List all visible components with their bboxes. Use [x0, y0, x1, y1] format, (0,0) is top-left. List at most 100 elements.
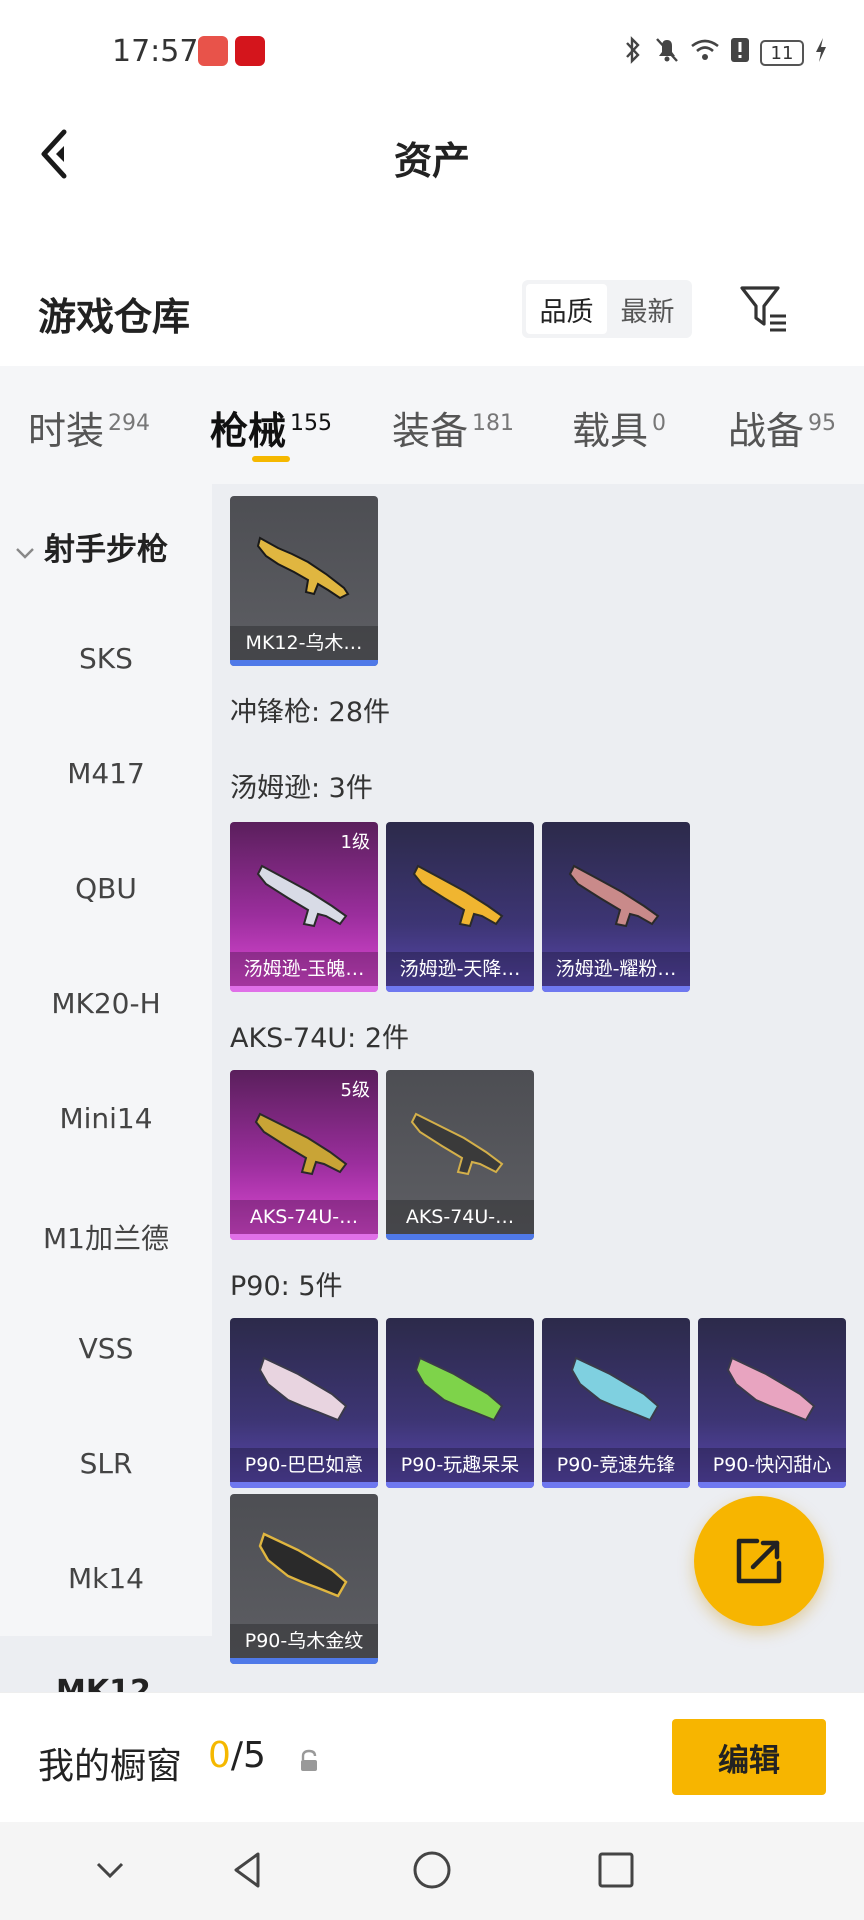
smg-icon: [256, 864, 348, 928]
p90-icon: [258, 1356, 348, 1422]
weapon-card[interactable]: P90-快闪甜心: [698, 1318, 846, 1488]
tab-label: 装备: [392, 409, 469, 453]
tab-equipment[interactable]: 装备 181: [392, 400, 514, 455]
group-header-aks74u: AKS-74U: 2件: [230, 1023, 410, 1054]
tab-count: 294: [108, 411, 151, 437]
showcase-count-current: 0: [208, 1735, 231, 1776]
weapon-card[interactable]: 汤姆逊-天降…: [386, 822, 534, 992]
weapon-card-name: P90-玩趣呆呆: [386, 1448, 534, 1482]
smg-icon: [568, 864, 660, 928]
rarity-bar: [542, 1482, 690, 1488]
battery-icon: 11: [760, 40, 804, 66]
nav-back-icon[interactable]: [224, 1846, 272, 1894]
weapon-card-name: 汤姆逊-玉魄…: [230, 952, 378, 986]
status-icons: 11: [622, 36, 828, 70]
weapon-card-name: P90-快闪甜心: [698, 1448, 846, 1482]
wifi-icon: [690, 38, 720, 68]
notification-app-icon: [198, 36, 228, 66]
rarity-bar: [230, 1234, 378, 1240]
p90-icon: [414, 1356, 504, 1422]
weapon-card[interactable]: 1级 汤姆逊-玉魄…: [230, 822, 378, 992]
system-nav-bar: [0, 1822, 864, 1920]
p90-icon: [726, 1356, 816, 1422]
weapon-card-name: 汤姆逊-耀粉…: [542, 952, 690, 986]
sidebar-item-sks[interactable]: SKS: [0, 642, 212, 675]
filter-icon[interactable]: [738, 284, 790, 334]
sidebar-item-qbu[interactable]: QBU: [0, 872, 212, 905]
sort-newest-option[interactable]: 最新: [607, 284, 688, 334]
weapon-card[interactable]: 5级 AKS-74U-…: [230, 1070, 378, 1240]
rarity-bar: [230, 986, 378, 992]
sort-quality-option[interactable]: 品质: [526, 284, 607, 334]
p90-icon: [258, 1532, 348, 1598]
weapon-card-name: AKS-74U-…: [386, 1200, 534, 1234]
weapon-card[interactable]: P90-竞速先锋: [542, 1318, 690, 1488]
rarity-bar: [386, 986, 534, 992]
showcase-count: 0/5: [208, 1735, 266, 1776]
nav-home-icon[interactable]: [408, 1846, 456, 1894]
weapon-card-name: MK12-乌木…: [230, 626, 378, 660]
rarity-bar: [230, 1658, 378, 1664]
weapon-card[interactable]: P90-巴巴如意: [230, 1318, 378, 1488]
status-bar: 17:57 11: [0, 0, 864, 100]
tab-label: 战备: [728, 409, 805, 453]
sort-toggle: 品质 最新: [522, 280, 692, 338]
tab-label: 时装: [28, 409, 105, 453]
tab-supplies[interactable]: 战备 95: [728, 400, 836, 455]
bluetooth-icon: [622, 36, 644, 70]
sidebar-item-vss[interactable]: VSS: [0, 1332, 212, 1365]
weapon-card-name: P90-竞速先锋: [542, 1448, 690, 1482]
tab-count: 0: [652, 411, 667, 437]
sidebar-item-mk12-partial[interactable]: MK12: [0, 1636, 212, 1692]
charging-icon: [814, 37, 828, 69]
sidebar-category-label: 射手步枪: [44, 532, 168, 568]
p90-icon: [570, 1356, 660, 1422]
collapse-chevron-icon[interactable]: [86, 1846, 134, 1894]
tab-fashion[interactable]: 时装 294: [28, 400, 150, 455]
sidebar-item-slr[interactable]: SLR: [0, 1447, 212, 1480]
rarity-bar: [230, 660, 378, 666]
tab-weapons[interactable]: 枪械 155: [210, 400, 332, 455]
sidebar-category-marksman[interactable]: 射手步枪: [14, 524, 168, 569]
app-screen: 17:57 11 资产 游戏仓库 品质 最新 时装 294 枪械 155 装备 …: [0, 0, 864, 1920]
tab-count: 181: [472, 411, 515, 437]
status-time: 17:57: [112, 34, 199, 69]
sidebar-item-mini14[interactable]: Mini14: [0, 1102, 212, 1135]
weapon-card-name: 汤姆逊-天降…: [386, 952, 534, 986]
warehouse-title: 游戏仓库: [38, 295, 191, 339]
weapon-type-sidebar: 射手步枪 SKS M417 QBU MK20-H Mini14 M1加兰德 VS…: [0, 484, 212, 1636]
tab-count: 155: [290, 411, 333, 437]
tab-label: 载具: [572, 409, 649, 453]
tab-vehicles[interactable]: 载具 0: [572, 400, 666, 455]
category-tabs: 时装 294 枪械 155 装备 181 载具 0 战备 95: [0, 366, 864, 484]
tab-count: 95: [808, 411, 837, 437]
weapon-card[interactable]: MK12-乌木…: [230, 496, 378, 666]
notification-app-icon-2: [235, 36, 265, 66]
mute-bell-icon: [654, 36, 680, 70]
sidebar-item-m417[interactable]: M417: [0, 757, 212, 790]
showcase-label: 我的橱窗: [38, 1746, 183, 1787]
rarity-bar: [386, 1234, 534, 1240]
alert-icon: [730, 37, 750, 69]
rarity-bar: [230, 1482, 378, 1488]
page-title: 资产: [393, 139, 470, 183]
weapon-card[interactable]: P90-玩趣呆呆: [386, 1318, 534, 1488]
smg-icon: [410, 1112, 504, 1176]
active-tab-indicator: [252, 456, 290, 462]
weapon-card[interactable]: P90-乌木金纹: [230, 1494, 378, 1664]
rarity-bar: [542, 986, 690, 992]
sidebar-item-m1garand[interactable]: M1加兰德: [0, 1217, 212, 1257]
sidebar-item-mk14[interactable]: Mk14: [0, 1562, 212, 1595]
showcase-bar: 我的橱窗 0/5 编辑: [0, 1692, 864, 1822]
weapon-card[interactable]: AKS-74U-…: [386, 1070, 534, 1240]
sidebar-item-label: MK12: [56, 1674, 151, 1692]
weapon-card-name: AKS-74U-…: [230, 1200, 378, 1234]
weapon-card-name: P90-巴巴如意: [230, 1448, 378, 1482]
group-header-p90: P90: 5件: [230, 1271, 343, 1302]
sidebar-item-mk20h[interactable]: MK20-H: [0, 987, 212, 1020]
showcase-count-total: /5: [230, 1735, 266, 1776]
weapon-card[interactable]: 汤姆逊-耀粉…: [542, 822, 690, 992]
share-floating-button[interactable]: [694, 1496, 824, 1626]
nav-recents-icon[interactable]: [592, 1846, 640, 1894]
edit-button[interactable]: 编辑: [672, 1719, 826, 1795]
